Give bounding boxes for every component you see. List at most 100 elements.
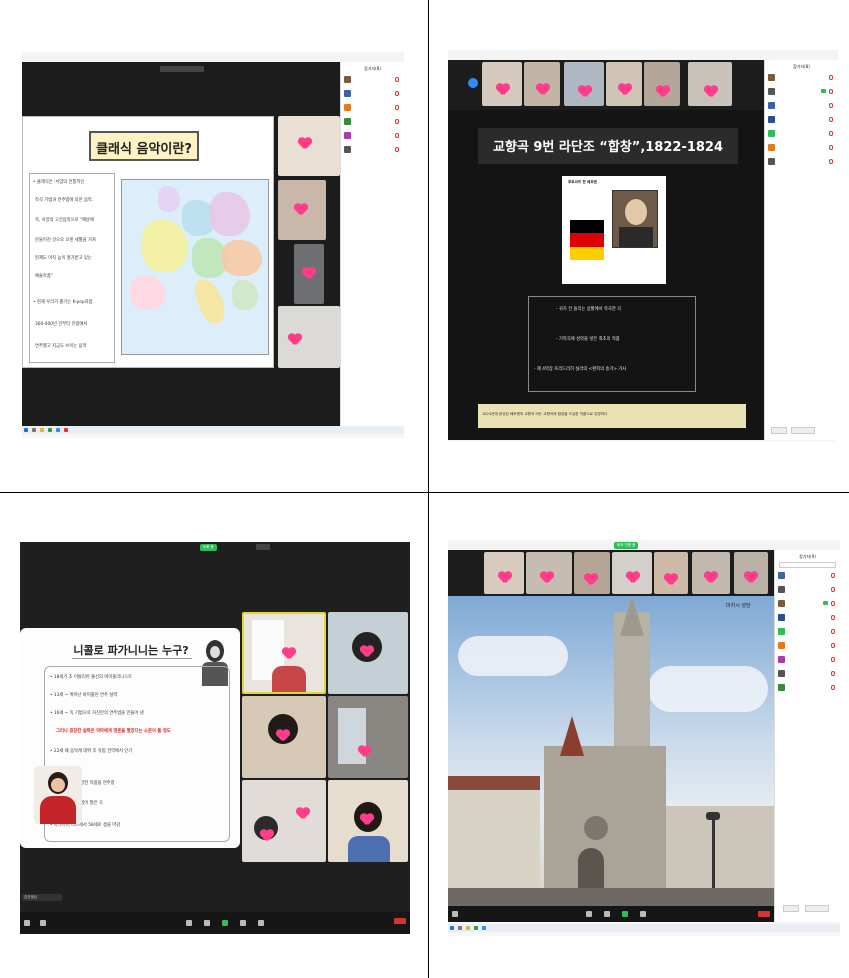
reactions-icon[interactable] bbox=[258, 920, 264, 926]
participant-row[interactable] bbox=[778, 682, 837, 694]
mic-muted-icon[interactable] bbox=[831, 671, 835, 676]
mic-muted-icon[interactable] bbox=[395, 77, 399, 82]
video-icon[interactable] bbox=[40, 920, 46, 926]
participant-row[interactable] bbox=[344, 102, 401, 114]
video-on-icon[interactable] bbox=[823, 601, 828, 605]
participant-row[interactable] bbox=[344, 116, 401, 128]
participant-row[interactable] bbox=[778, 654, 837, 666]
video-tile[interactable] bbox=[328, 780, 408, 862]
participant-row[interactable] bbox=[344, 144, 401, 156]
meeting-chip[interactable]: 회의 진행 중 bbox=[614, 542, 639, 549]
video-tile[interactable] bbox=[242, 696, 326, 778]
participant-row[interactable] bbox=[768, 114, 835, 126]
search-icon[interactable] bbox=[32, 428, 36, 432]
participant-row[interactable] bbox=[768, 142, 835, 154]
participant-row[interactable] bbox=[344, 130, 401, 142]
participant-row[interactable] bbox=[768, 100, 835, 112]
video-tile[interactable] bbox=[734, 552, 768, 594]
video-tile[interactable] bbox=[278, 116, 340, 176]
record-icon[interactable] bbox=[240, 920, 246, 926]
mic-muted-icon[interactable] bbox=[395, 133, 399, 138]
mic-muted-icon[interactable] bbox=[831, 629, 835, 634]
video-tile[interactable] bbox=[564, 62, 604, 106]
video-tile[interactable] bbox=[294, 244, 324, 304]
share-screen-icon[interactable] bbox=[622, 911, 628, 917]
video-tile[interactable] bbox=[242, 780, 326, 862]
mic-muted-icon[interactable] bbox=[395, 147, 399, 152]
search-icon[interactable] bbox=[458, 926, 462, 930]
end-meeting-button[interactable] bbox=[394, 918, 406, 924]
participant-search[interactable] bbox=[779, 562, 836, 568]
mic-muted-icon[interactable] bbox=[395, 119, 399, 124]
mic-muted-icon[interactable] bbox=[831, 615, 835, 620]
participant-row[interactable] bbox=[768, 156, 835, 168]
participant-row[interactable] bbox=[778, 612, 837, 624]
record-icon[interactable] bbox=[640, 911, 646, 917]
participant-row[interactable] bbox=[768, 86, 835, 98]
participants-icon[interactable] bbox=[186, 920, 192, 926]
participant-row[interactable] bbox=[344, 74, 401, 86]
video-tile[interactable] bbox=[688, 62, 732, 106]
invite-button[interactable] bbox=[783, 905, 799, 912]
participant-row[interactable] bbox=[778, 668, 837, 680]
recording-chip[interactable]: 녹화 중 bbox=[200, 544, 217, 551]
video-tile[interactable] bbox=[242, 612, 326, 694]
mic-muted-icon[interactable] bbox=[831, 685, 835, 690]
invite-button[interactable] bbox=[771, 427, 787, 434]
app-icon[interactable] bbox=[64, 428, 68, 432]
participant-row[interactable] bbox=[778, 598, 837, 610]
participant-row[interactable] bbox=[768, 72, 835, 84]
participant-row[interactable] bbox=[778, 570, 837, 582]
strip-nav-icon[interactable] bbox=[468, 78, 478, 88]
view-chip[interactable] bbox=[256, 544, 270, 550]
mic-muted-icon[interactable] bbox=[829, 103, 833, 108]
participant-row[interactable] bbox=[344, 88, 401, 100]
folder-icon[interactable] bbox=[40, 428, 44, 432]
participant-row[interactable] bbox=[778, 626, 837, 638]
video-tile[interactable] bbox=[482, 62, 522, 106]
video-tile[interactable] bbox=[524, 62, 560, 106]
mic-muted-icon[interactable] bbox=[829, 145, 833, 150]
mic-muted-icon[interactable] bbox=[831, 657, 835, 662]
mic-icon[interactable] bbox=[24, 920, 30, 926]
mic-muted-icon[interactable] bbox=[829, 159, 833, 164]
mic-icon[interactable] bbox=[452, 911, 458, 917]
video-tile[interactable] bbox=[606, 62, 642, 106]
mic-muted-icon[interactable] bbox=[831, 573, 835, 578]
chat-icon[interactable] bbox=[604, 911, 610, 917]
browser-icon[interactable] bbox=[474, 926, 478, 930]
mic-muted-icon[interactable] bbox=[395, 91, 399, 96]
video-tile[interactable] bbox=[278, 180, 326, 240]
video-tile[interactable] bbox=[574, 552, 610, 594]
mic-muted-icon[interactable] bbox=[829, 75, 833, 80]
end-meeting-button[interactable] bbox=[758, 911, 770, 917]
mic-muted-icon[interactable] bbox=[829, 89, 833, 94]
presenter-video[interactable] bbox=[34, 766, 82, 824]
video-tile[interactable] bbox=[692, 552, 730, 594]
mic-muted-icon[interactable] bbox=[831, 601, 835, 606]
mute-all-button[interactable] bbox=[805, 905, 829, 912]
participant-row[interactable] bbox=[778, 640, 837, 652]
zoom-icon[interactable] bbox=[56, 428, 60, 432]
video-tile[interactable] bbox=[278, 306, 340, 368]
video-tile[interactable] bbox=[328, 696, 408, 778]
mic-muted-icon[interactable] bbox=[831, 587, 835, 592]
mute-all-button[interactable] bbox=[791, 427, 815, 434]
chat-icon[interactable] bbox=[204, 920, 210, 926]
mic-muted-icon[interactable] bbox=[829, 117, 833, 122]
mic-muted-icon[interactable] bbox=[395, 105, 399, 110]
participant-row[interactable] bbox=[778, 584, 837, 596]
mic-muted-icon[interactable] bbox=[831, 643, 835, 648]
video-tile[interactable] bbox=[612, 552, 652, 594]
start-icon[interactable] bbox=[450, 926, 454, 930]
participant-row[interactable] bbox=[768, 128, 835, 140]
share-screen-icon[interactable] bbox=[222, 920, 228, 926]
video-tile[interactable] bbox=[328, 612, 408, 694]
video-tile[interactable] bbox=[654, 552, 688, 594]
start-icon[interactable] bbox=[24, 428, 28, 432]
folder-icon[interactable] bbox=[466, 926, 470, 930]
participants-icon[interactable] bbox=[586, 911, 592, 917]
video-tile[interactable] bbox=[644, 62, 680, 106]
video-tile[interactable] bbox=[526, 552, 572, 594]
video-on-icon[interactable] bbox=[821, 89, 826, 93]
